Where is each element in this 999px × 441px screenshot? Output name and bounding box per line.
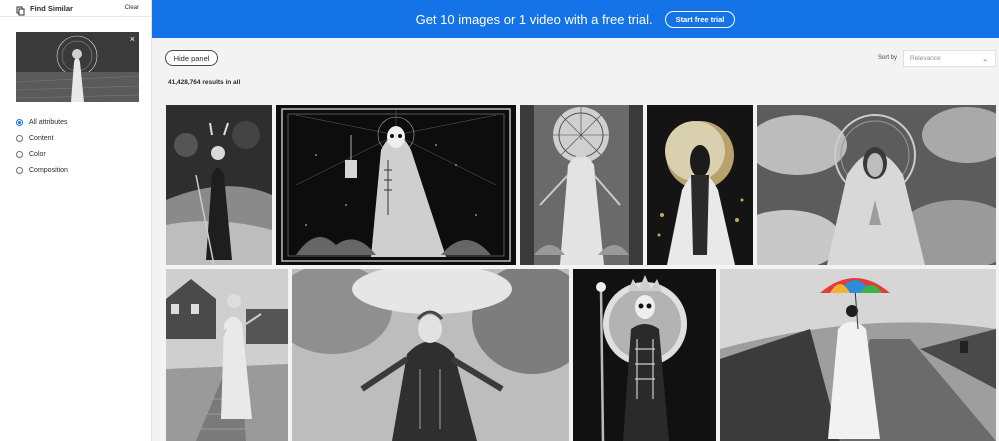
sort-dropdown[interactable]: Relevance ⌄ [903,50,996,67]
find-similar-icon [16,3,26,16]
find-similar-panel: Find Similar Clear × All attributes Cont… [0,0,152,441]
image-art-nouveau-goddess[interactable] [520,105,643,265]
option-all-attributes[interactable]: All attributes [16,114,68,130]
image-woman-in-rain[interactable] [292,269,569,441]
image-woman-on-boardwalk[interactable] [166,269,288,441]
hide-panel-button[interactable]: Hide panel [165,50,218,66]
option-label: Content [29,134,54,142]
attribute-options: All attributes Content Color Composition [16,114,68,178]
image-moon-figure[interactable] [647,105,753,265]
panel-title: Find Similar [30,3,73,13]
reference-image-thumbnail: × [16,32,139,102]
radio-selected-icon[interactable] [16,118,23,126]
radio-icon[interactable] [16,166,23,174]
start-free-trial-button[interactable]: Start free trial [664,10,736,28]
option-label: All attributes [29,118,68,126]
image-skeleton-queen[interactable] [573,269,716,441]
image-madonna-praying[interactable] [757,105,996,265]
panel-header: Find Similar Clear [0,0,151,17]
results-count: 41,428,764 results in all [168,79,241,86]
chevron-down-icon: ⌄ [982,56,988,63]
option-label: Composition [29,166,68,174]
option-content[interactable]: Content [16,130,68,146]
free-trial-banner: Get 10 images or 1 video with a free tri… [152,0,999,38]
radio-icon[interactable] [16,134,23,142]
sort-label: Sort by [878,55,898,61]
close-icon[interactable]: × [130,35,135,44]
image-woman-with-umbrella[interactable] [720,269,996,441]
option-composition[interactable]: Composition [16,162,68,178]
banner-text: Get 10 images or 1 video with a free tri… [415,11,653,27]
image-skeleton-with-lantern[interactable] [276,105,516,265]
radio-icon[interactable] [16,150,23,158]
clear-button[interactable]: Clear [125,5,139,11]
sort-value: Relevance [910,55,941,62]
option-color[interactable]: Color [16,146,68,162]
image-woman-with-broom[interactable] [166,105,272,265]
option-label: Color [29,150,46,158]
